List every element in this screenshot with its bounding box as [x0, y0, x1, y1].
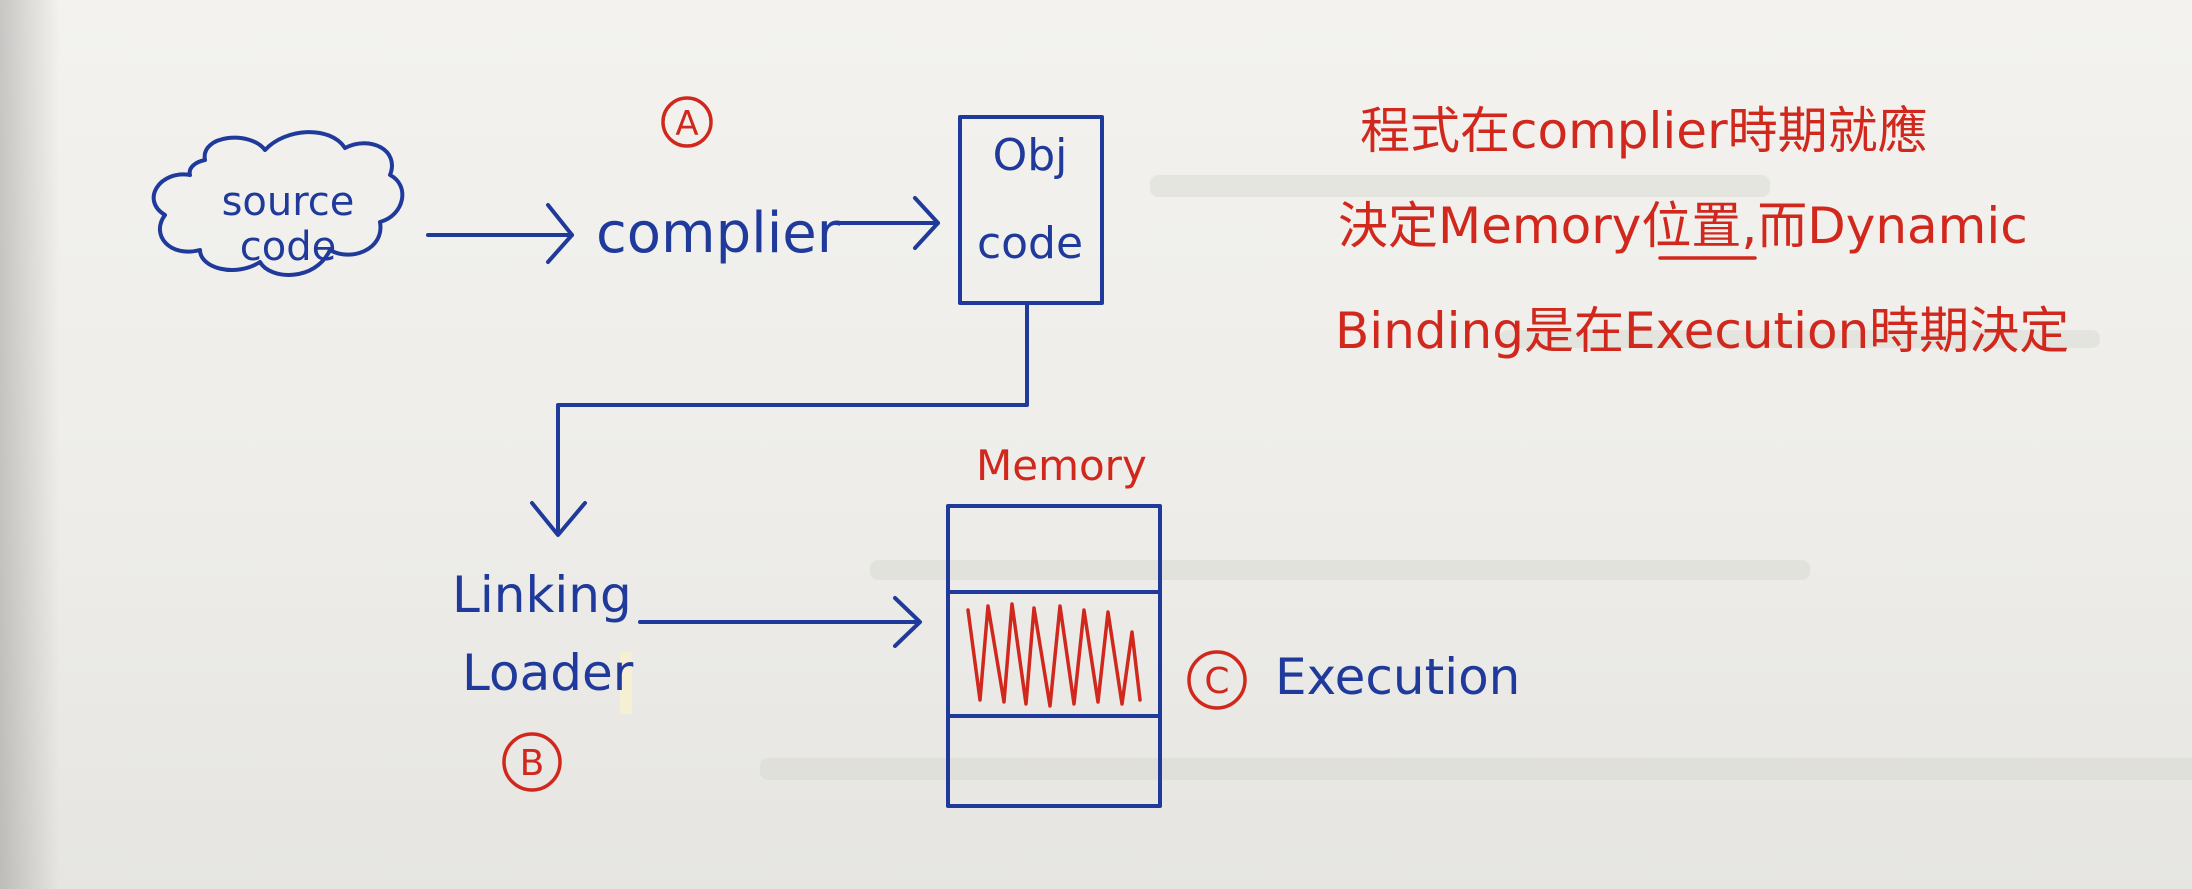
memory-allocated-hatch	[966, 602, 1142, 708]
binding-diagram: source code A complier Obj code Linking …	[151, 96, 2192, 808]
marker-b-letter: B	[520, 743, 545, 784]
linking-loader-label-line1: Linking	[452, 566, 632, 624]
source-code-label-line1: source	[222, 179, 355, 225]
source-code-node: source code	[151, 130, 405, 277]
memory-title: Memory	[976, 441, 1147, 490]
explanation-note: 程式在complier時期就應 決定Memory位置,而Dynamic Bind…	[1335, 102, 2069, 360]
obj-code-label-line1: Obj	[993, 130, 1068, 181]
source-code-label-line2: code	[240, 224, 336, 270]
marker-c: C	[1187, 650, 1247, 710]
arrow-complier-to-obj	[833, 196, 940, 250]
obj-code-label-line2: code	[977, 218, 1083, 269]
arrow-obj-to-linking-loader	[530, 303, 1029, 537]
marker-a: A	[661, 96, 713, 148]
linking-loader-node: Linking Loader	[452, 566, 634, 714]
note-line-2: 決定Memory位置,而Dynamic	[1338, 197, 2028, 255]
marker-b: B	[502, 732, 562, 792]
marker-c-letter: C	[1204, 661, 1229, 702]
arrow-source-to-complier	[426, 203, 574, 264]
marker-a-letter: A	[675, 104, 698, 144]
execution-label: Execution	[1275, 648, 1520, 706]
complier-label: complier	[596, 201, 841, 266]
note-line-3: Binding是在Execution時期決定	[1335, 302, 2069, 360]
note-line-1: 程式在complier時期就應	[1360, 102, 1928, 160]
notebook-page: source code A complier Obj code Linking …	[0, 0, 2192, 889]
memory-label: Memory	[976, 441, 1147, 490]
linking-loader-label-line2: Loader	[462, 644, 634, 702]
arrow-loader-to-memory	[638, 596, 922, 648]
obj-code-node: Obj code	[958, 115, 1104, 305]
